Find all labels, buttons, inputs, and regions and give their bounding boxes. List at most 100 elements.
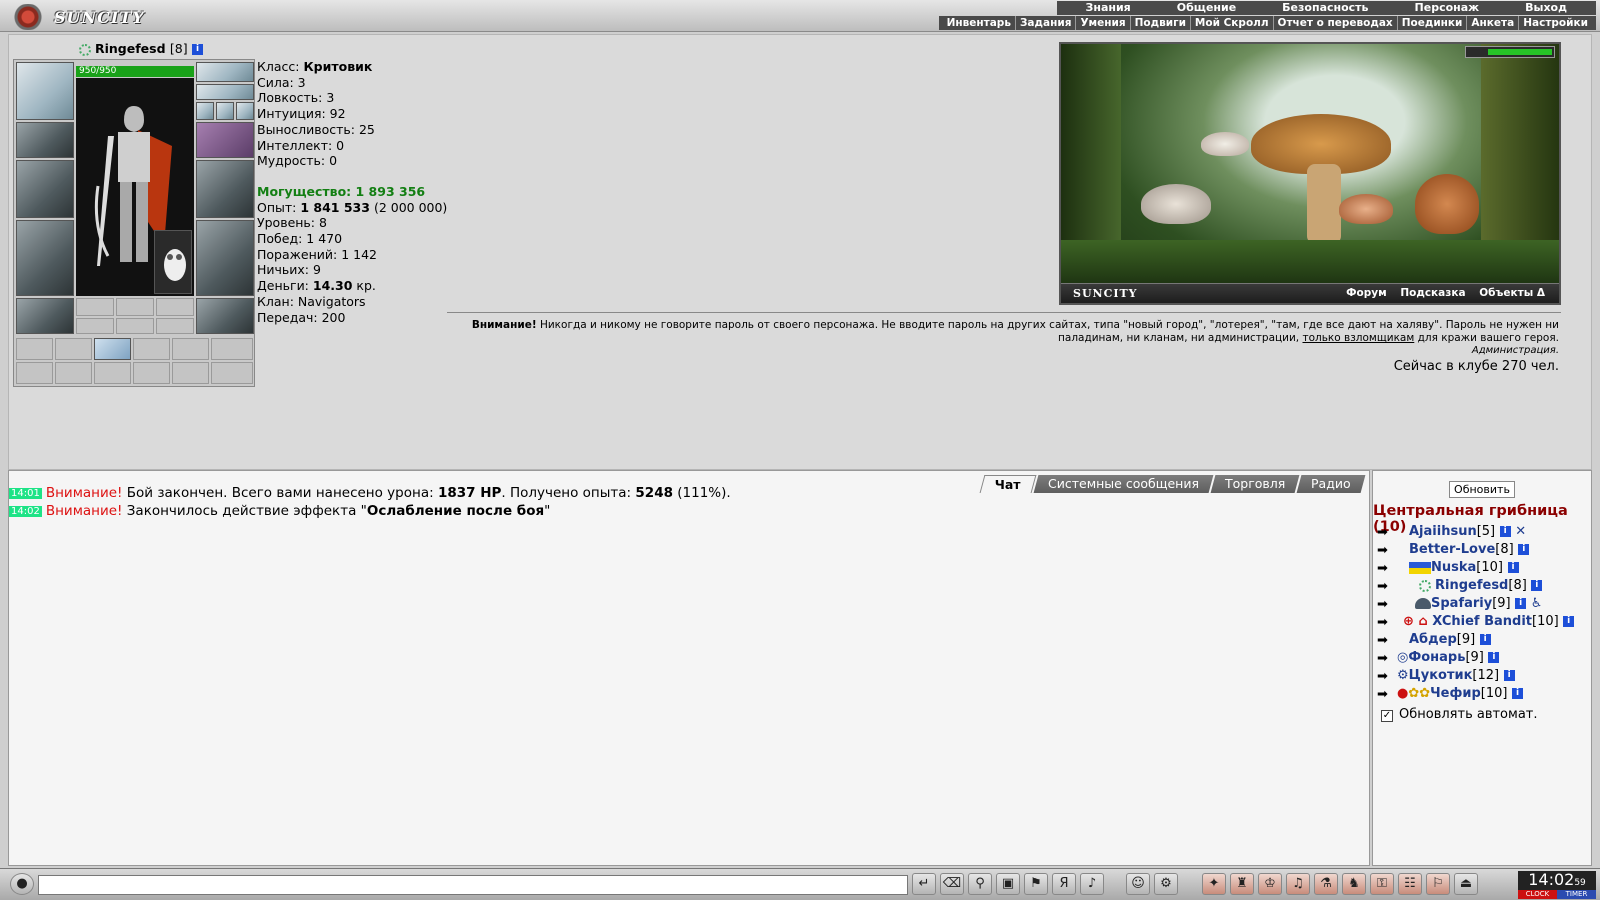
exit-icon[interactable]: ⏏ [1454, 873, 1478, 895]
boots-slot[interactable] [196, 298, 254, 334]
private-message-icon[interactable]: ➡ [1377, 524, 1397, 540]
translit-icon[interactable]: Я [1052, 873, 1076, 895]
menu-communication[interactable]: Общение [1154, 1, 1259, 15]
scroll-slot-12[interactable] [211, 362, 253, 384]
rune-slot-2[interactable] [116, 298, 154, 316]
music-icon[interactable]: ♫ [1286, 873, 1310, 895]
menu-character[interactable]: Персонаж [1392, 1, 1503, 15]
private-message-icon[interactable]: ➡ [1377, 542, 1397, 558]
scroll-slot-5[interactable] [172, 338, 209, 360]
scroll-slot-3[interactable] [94, 338, 131, 360]
submenu-transfer-report[interactable]: Отчет о переводах [1274, 16, 1398, 30]
menu-exit[interactable]: Выход [1502, 1, 1590, 15]
filter-icon[interactable]: ⚲ [968, 873, 992, 895]
notice-link[interactable]: только взломщикам [1302, 332, 1414, 344]
legs-slot[interactable] [196, 220, 254, 296]
tab-chat[interactable]: Чат [979, 475, 1037, 493]
submenu-settings[interactable]: Настройки [1519, 16, 1592, 30]
small-mushroom[interactable] [1201, 132, 1249, 156]
logo[interactable]: SUNCITY [2, 2, 144, 30]
private-message-icon[interactable]: ➡ [1377, 596, 1397, 612]
amulet-slot[interactable] [196, 62, 254, 82]
message-time[interactable]: 14:02 [9, 505, 42, 517]
scroll-slot-10[interactable] [133, 362, 170, 384]
potion-icon[interactable]: ⚗ [1314, 873, 1338, 895]
belt-slot[interactable] [16, 298, 74, 334]
link-objects[interactable]: Объекты Δ [1479, 287, 1545, 299]
ring-slot-3[interactable] [236, 102, 254, 120]
menu-knowledge[interactable]: Знания [1063, 1, 1154, 15]
smiley-icon[interactable]: ☺ [1126, 873, 1150, 895]
user-name[interactable]: Nuska[10] i [1409, 559, 1519, 577]
submenu-profile[interactable]: Анкета [1467, 16, 1520, 30]
pet-owl[interactable] [154, 230, 192, 294]
rune-slot-6[interactable] [156, 318, 194, 334]
chat-input[interactable] [38, 875, 908, 895]
private-message-icon[interactable]: ➡ [1377, 578, 1397, 594]
submenu-achievements[interactable]: Подвиги [1131, 16, 1191, 30]
auto-refresh[interactable]: ✓ Обновлять автомат. [1381, 707, 1538, 722]
scroll-slot-8[interactable] [55, 362, 92, 384]
private-message-icon[interactable]: ➡ [1377, 650, 1397, 666]
earrings-slot[interactable] [196, 84, 254, 100]
armor-icon[interactable]: ♞ [1342, 873, 1366, 895]
refresh-button[interactable]: Обновить [1449, 481, 1515, 498]
clear-icon[interactable]: ⌫ [940, 873, 964, 895]
scroll-slot-4[interactable] [133, 338, 170, 360]
orange-mushroom[interactable] [1339, 194, 1393, 224]
user-name[interactable]: ◎Фонарь[9] i [1397, 649, 1500, 667]
submenu-quests[interactable]: Задания [1016, 16, 1077, 30]
bag-icon[interactable]: ♜ [1230, 873, 1254, 895]
scroll-slot-11[interactable] [172, 362, 209, 384]
ring-slot-2[interactable] [216, 102, 234, 120]
clock-label[interactable]: CLOCK [1518, 890, 1557, 899]
location-image[interactable]: SUNCITY Форум Подсказка Объекты Δ [1059, 42, 1561, 305]
submenu-duels[interactable]: Поединки [1398, 16, 1468, 30]
user-name[interactable]: Better-Love[8] i [1409, 541, 1530, 559]
user-name[interactable]: Ajaiihsun[5] i ✕ [1409, 523, 1526, 541]
tab-system-messages[interactable]: Системные сообщения [1033, 475, 1214, 493]
helmet-slot[interactable] [16, 62, 74, 120]
rune-slot-5[interactable] [116, 318, 154, 334]
tab-radio[interactable]: Радио [1296, 475, 1366, 493]
scroll-slot-6[interactable] [211, 338, 253, 360]
submenu-inventory[interactable]: Инвентарь [943, 16, 1016, 30]
flag-icon[interactable]: ⚐ [1426, 873, 1450, 895]
mushroom-creature[interactable] [1415, 174, 1479, 234]
scroll-slot-7[interactable] [16, 362, 53, 384]
user-name[interactable]: Ringefesd[8] i [1419, 577, 1543, 595]
info-icon[interactable]: i [191, 44, 203, 55]
bracers-slot[interactable] [16, 122, 74, 158]
private-message-icon[interactable]: ➡ [1377, 668, 1397, 684]
scroll-slot-9[interactable] [94, 362, 131, 384]
settings-icon[interactable]: ⚙ [1154, 873, 1178, 895]
timer-label[interactable]: TIMER [1557, 890, 1596, 899]
submenu-skills[interactable]: Умения [1076, 16, 1131, 30]
party-icon[interactable]: ☷ [1398, 873, 1422, 895]
message-time[interactable]: 14:01 [9, 487, 42, 499]
rune-slot-1[interactable] [76, 298, 114, 316]
white-mushroom[interactable] [1141, 184, 1211, 224]
offhand-slot[interactable] [196, 160, 254, 218]
link-hint[interactable]: Подсказка [1400, 287, 1465, 299]
link-forum[interactable]: Форум [1346, 287, 1387, 299]
scroll-slot-2[interactable] [55, 338, 92, 360]
weapon-slot[interactable] [16, 160, 74, 218]
user-name[interactable]: Spafariy[9] i ♿ [1415, 595, 1542, 613]
private-message-icon[interactable]: ➡ [1377, 632, 1397, 648]
gloves-slot[interactable] [196, 122, 254, 158]
fight-icon[interactable]: ✦ [1202, 873, 1226, 895]
auto-refresh-checkbox[interactable]: ✓ [1381, 710, 1393, 722]
private-message-icon[interactable]: ➡ [1377, 686, 1397, 702]
send-icon[interactable]: ↵ [912, 873, 936, 895]
user-name[interactable]: Абдер[9] i [1409, 631, 1491, 649]
run-icon[interactable]: ⚑ [1024, 873, 1048, 895]
lock-icon[interactable]: ⚿ [1370, 873, 1394, 895]
user-name[interactable]: ⚙Цукотик[12] i [1397, 667, 1515, 685]
user-name[interactable]: ●✿✿Чефир[10] i [1397, 685, 1523, 703]
armor-slot[interactable] [16, 220, 74, 296]
save-icon[interactable]: ▣ [996, 873, 1020, 895]
rune-slot-3[interactable] [156, 298, 194, 316]
menu-security[interactable]: Безопасность [1259, 1, 1391, 15]
scroll-slot-1[interactable] [16, 338, 53, 360]
